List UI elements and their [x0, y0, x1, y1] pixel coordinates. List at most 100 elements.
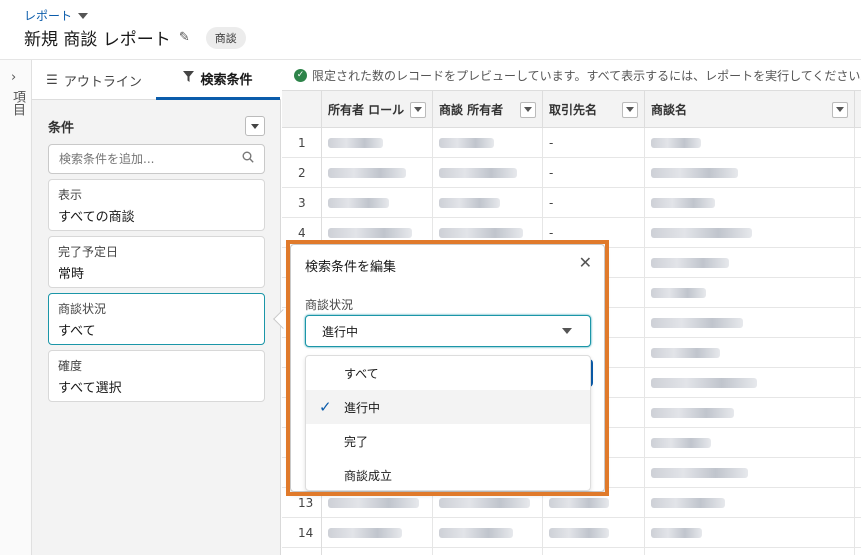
table-cell [645, 548, 855, 555]
stage-field-label: 商談状況 [305, 298, 354, 312]
breadcrumb-reports[interactable]: レポート [24, 7, 72, 24]
account-name-value: - [549, 196, 554, 210]
table-cell [322, 188, 433, 218]
redacted-value [651, 258, 729, 268]
table-cell [322, 158, 433, 188]
close-icon[interactable]: ✕ [579, 253, 592, 272]
table-cell [645, 128, 855, 158]
stage-option-won[interactable]: 商談成立 [306, 458, 590, 492]
column-header-opportunity-owner[interactable]: 商談 所有者 [433, 91, 543, 128]
table-cell [645, 278, 855, 308]
row-number: 15 [282, 548, 322, 555]
popover-title: 検索条件を編集 [305, 260, 397, 275]
column-menu-button[interactable] [622, 101, 638, 118]
table-cell: - [543, 128, 645, 158]
pencil-icon[interactable]: ✎ [179, 30, 190, 45]
table-row: 2- [282, 158, 861, 188]
filter-card-value: すべて [58, 324, 96, 339]
redacted-value [439, 138, 494, 148]
redacted-value [549, 498, 609, 508]
table-cell [645, 488, 855, 518]
table-cell [433, 548, 543, 555]
row-number: 13 [282, 488, 322, 518]
filter-search-input[interactable] [59, 152, 229, 166]
table-cell [322, 518, 433, 548]
preview-notice: ✓ 限定された数のレコードをプレビューしています。すべて表示するには、レポートを… [282, 60, 861, 90]
redacted-value [439, 228, 523, 238]
stage-option-closed[interactable]: 完了 [306, 424, 590, 458]
redacted-value [651, 378, 757, 388]
table-cell [433, 158, 543, 188]
chevron-down-icon[interactable] [78, 12, 89, 19]
filter-card-value: 常時 [58, 267, 85, 282]
column-menu-button[interactable] [520, 101, 536, 118]
table-cell [645, 368, 855, 398]
redacted-value [651, 228, 752, 238]
column-menu-button[interactable] [832, 101, 848, 118]
chevron-down-icon [524, 107, 532, 112]
redacted-value [328, 138, 383, 148]
row-number: 2 [282, 158, 322, 188]
column-header-account-name[interactable]: 取引先名 [543, 91, 645, 128]
redacted-value [651, 318, 743, 328]
stage-option-all[interactable]: すべて [306, 356, 590, 390]
redacted-value [651, 168, 738, 178]
filter-card-show[interactable]: 表示 すべての商談 [48, 179, 265, 231]
account-name-value: - [549, 166, 554, 180]
redacted-value [651, 528, 702, 538]
table-cell [645, 218, 855, 248]
stage-option-label: すべて [344, 366, 379, 381]
stage-option-label: 進行中 [344, 400, 381, 415]
grid-header: 所有者 ロール 商談 所有者 取引先名 商談名 [282, 90, 861, 128]
tab-filters[interactable]: 検索条件 [156, 60, 280, 100]
chevron-down-icon [626, 107, 634, 112]
table-cell [645, 248, 855, 278]
column-header-owner-role[interactable]: 所有者 ロール [322, 91, 433, 128]
redacted-value [651, 438, 711, 448]
column-header-opportunity-name[interactable]: 商談名 [645, 91, 855, 128]
filter-card-probability[interactable]: 確度 すべて選択 [48, 350, 265, 402]
tab-outline[interactable]: ☰ アウトライン [32, 60, 156, 100]
check-circle-icon: ✓ [294, 68, 307, 82]
conditions-header: 条件 [48, 116, 265, 136]
column-header-label: 商談名 [651, 103, 688, 117]
stage-dropdown-menu: すべて ✓ 進行中 完了 商談成立 [305, 355, 591, 491]
stage-option-label: 完了 [344, 434, 369, 449]
filter-panel: ☰ アウトライン 検索条件 条件 表示 すべての商談 完了予定日 常時 商談状況… [32, 60, 281, 555]
row-number-header [282, 91, 322, 128]
filter-card-close-date[interactable]: 完了予定日 常時 [48, 236, 265, 288]
column-header-label: 所有者 ロール [328, 103, 405, 117]
list-icon: ☰ [46, 72, 58, 88]
table-cell [433, 128, 543, 158]
filter-search [48, 144, 265, 174]
column-menu-button[interactable] [410, 101, 426, 118]
filter-card-label: 商談状況 [58, 302, 107, 316]
row-number: 3 [282, 188, 322, 218]
tab-filters-label: 検索条件 [200, 73, 253, 88]
filter-card-stage[interactable]: 商談状況 すべて [48, 293, 265, 345]
table-row: 15 [282, 548, 861, 555]
redacted-value [651, 288, 706, 298]
stage-select[interactable]: 進行中 [305, 315, 591, 347]
table-cell [322, 488, 433, 518]
table-cell [543, 548, 645, 555]
breadcrumb[interactable]: レポート [24, 7, 89, 24]
redacted-value [651, 198, 715, 208]
fields-rail-label[interactable]: 項目 [8, 90, 27, 116]
filter-card-label: 表示 [58, 188, 83, 202]
fields-rail[interactable]: › 項目 [0, 60, 32, 555]
redacted-value [328, 228, 412, 238]
table-cell [433, 188, 543, 218]
table-row: 13 [282, 488, 861, 518]
table-cell [645, 428, 855, 458]
chevron-right-icon[interactable]: › [11, 70, 16, 85]
redacted-value [549, 528, 609, 538]
conditions-menu-button[interactable] [245, 116, 265, 136]
stage-option-open[interactable]: ✓ 進行中 [306, 390, 590, 424]
table-cell [645, 518, 855, 548]
conditions-title: 条件 [48, 120, 75, 136]
page-title: 新規 商談 レポート [24, 30, 171, 50]
table-cell [645, 458, 855, 488]
redacted-value [328, 168, 406, 178]
row-number: 14 [282, 518, 322, 548]
